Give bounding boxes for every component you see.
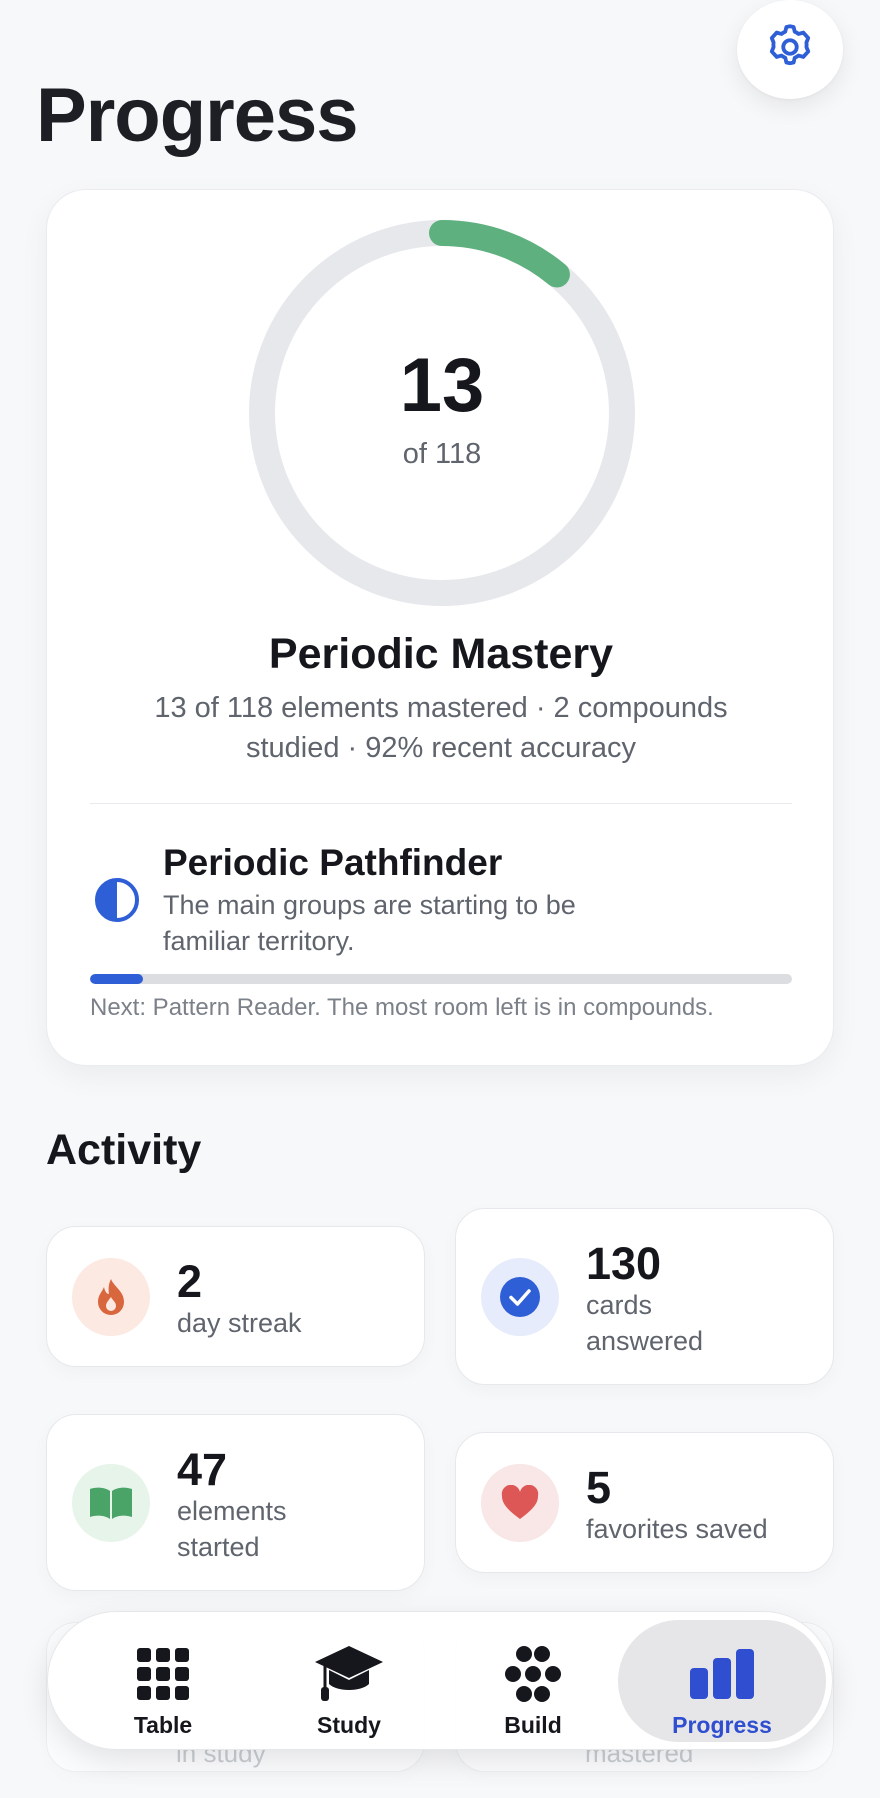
nav-item-build[interactable]: Build xyxy=(442,1620,624,1742)
stat-card-elements[interactable]: 47 elements started xyxy=(46,1414,425,1591)
stat-value: 47 xyxy=(177,1444,228,1495)
mastery-title: Periodic Mastery xyxy=(268,630,614,678)
stat-card-favorites[interactable]: 5 favorites saved xyxy=(455,1432,834,1573)
check-circle-icon xyxy=(481,1258,559,1336)
rank-next-hint: Next: Pattern Reader. The most room left… xyxy=(90,994,714,1021)
stat-card-streak[interactable]: 2 day streak xyxy=(46,1226,425,1367)
page-title: Progress xyxy=(36,73,358,158)
bottom-nav: Table Study Build Progress xyxy=(47,1611,833,1750)
flame-icon xyxy=(72,1258,150,1336)
heart-icon xyxy=(481,1464,559,1542)
mastery-count: 13 xyxy=(399,342,485,428)
book-icon xyxy=(72,1464,150,1542)
nav-item-table[interactable]: Table xyxy=(72,1620,254,1742)
mastery-summary: 13 of 118 elements mastered · 2 compound… xyxy=(154,692,728,764)
mastery-total: of 118 xyxy=(402,437,482,470)
stat-value: 5 xyxy=(586,1462,612,1513)
molecule-icon xyxy=(504,1642,562,1706)
rank-progress-fill xyxy=(90,974,143,984)
stat-label: favorites saved xyxy=(586,1514,768,1544)
nav-item-progress[interactable]: Progress xyxy=(618,1620,826,1742)
mastery-ring: 13 of 118 xyxy=(249,220,635,606)
bar-chart-icon xyxy=(689,1642,755,1706)
nav-label: Study xyxy=(317,1712,381,1738)
half-circle-icon xyxy=(93,876,141,924)
stat-value: 130 xyxy=(586,1238,662,1289)
stat-label: day streak xyxy=(177,1308,302,1338)
settings-button[interactable] xyxy=(737,0,843,99)
stat-value: 2 xyxy=(177,1256,203,1307)
stat-card-cards[interactable]: 130 cards answered xyxy=(455,1208,834,1385)
rank-progress-bar xyxy=(90,974,792,984)
stat-label: elements started xyxy=(177,1496,287,1562)
activity-title: Activity xyxy=(46,1126,202,1174)
mastery-card: 13 of 118 Periodic Mastery 13 of 118 ele… xyxy=(46,189,834,1066)
grid-icon xyxy=(136,1642,190,1706)
nav-label: Progress xyxy=(672,1712,772,1738)
gear-icon xyxy=(763,20,817,79)
nav-item-study[interactable]: Study xyxy=(258,1620,440,1742)
rank-description: The main groups are starting to be famil… xyxy=(163,890,576,956)
nav-label: Build xyxy=(504,1712,562,1738)
graduation-cap-icon xyxy=(313,1642,385,1706)
rank-title: Periodic Pathfinder xyxy=(163,842,503,883)
divider xyxy=(90,803,792,804)
stat-label: cards answered xyxy=(586,1290,704,1356)
nav-label: Table xyxy=(133,1712,193,1738)
